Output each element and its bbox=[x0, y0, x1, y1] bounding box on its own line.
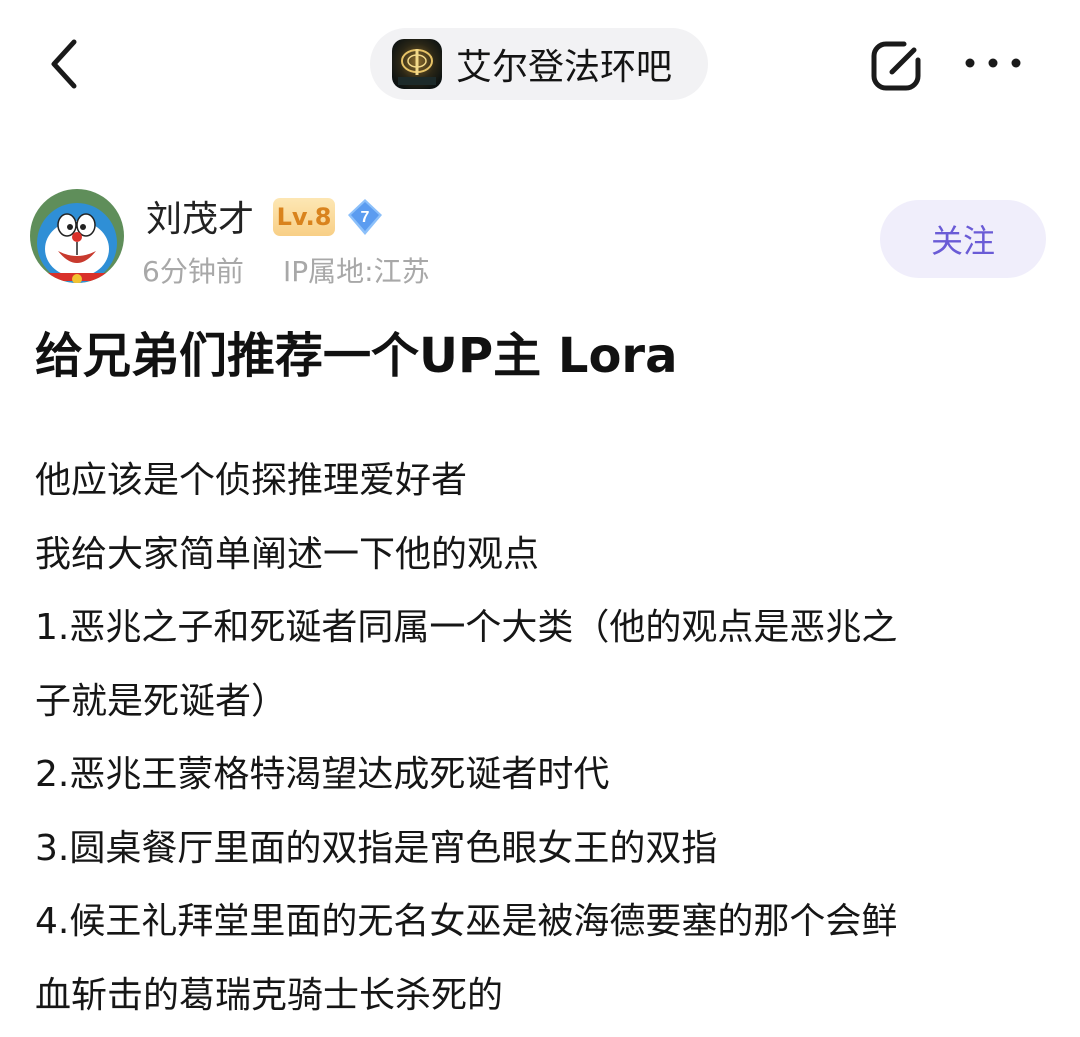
post-line: 我给大家简单阐述一下他的观点 bbox=[35, 533, 540, 575]
post-line: 2.恶兆王蒙格特渴望达成死诞者时代 bbox=[35, 754, 610, 795]
forum-logo-icon bbox=[392, 39, 442, 89]
more-options-button[interactable] bbox=[962, 40, 1024, 86]
follow-button[interactable]: 关注 bbox=[880, 200, 1046, 278]
ip-location: IP属地:江苏 bbox=[283, 255, 430, 288]
diamond-badge: 7 bbox=[344, 196, 386, 238]
post-line: 4.候王礼拜堂里面的无名女巫是被海德要塞的那个会鲜 bbox=[35, 901, 898, 942]
post-line: 血斩击的葛瑞克骑士长杀死的 bbox=[35, 974, 504, 1016]
avatar-icon[interactable] bbox=[30, 189, 124, 283]
post-line: 他应该是个侦探推理爱好者 bbox=[35, 460, 468, 501]
edit-icon bbox=[871, 41, 921, 91]
chevron-left-icon bbox=[51, 39, 77, 89]
edit-post-button[interactable] bbox=[868, 36, 928, 96]
post-title: 给兄弟们推荐一个UP主 Lora bbox=[35, 328, 678, 384]
diamond-badge-number: 7 bbox=[361, 209, 370, 226]
level-badge: Lv.8 bbox=[273, 198, 335, 236]
post-body: 他应该是个侦探推理爱好者 我给大家简单阐述一下他的观点 1.恶兆之子和死诞者同属… bbox=[35, 444, 1045, 1032]
post-line: 子就是死诞者） bbox=[35, 680, 288, 722]
top-bar: 艾尔登法环吧 bbox=[0, 0, 1080, 130]
forum-name-pill[interactable]: 艾尔登法环吧 bbox=[370, 28, 708, 100]
author-row: 刘茂才 Lv.8 7 6分钟前 IP属地:江苏 关注 bbox=[0, 180, 1080, 290]
post-line: 3.圆桌餐厅里面的双指是宵色眼女王的双指 bbox=[35, 827, 718, 869]
forum-name: 艾尔登法环吧 bbox=[456, 47, 673, 88]
author-name[interactable]: 刘茂才 bbox=[146, 190, 254, 242]
post-line: 1.恶兆之子和死诞者同属一个大类（他的观点是恶兆之 bbox=[35, 607, 898, 648]
more-icon bbox=[965, 58, 1021, 68]
diamond-icon: 7 bbox=[348, 199, 382, 235]
back-button[interactable] bbox=[40, 34, 90, 94]
post-time: 6分钟前 bbox=[142, 255, 244, 288]
